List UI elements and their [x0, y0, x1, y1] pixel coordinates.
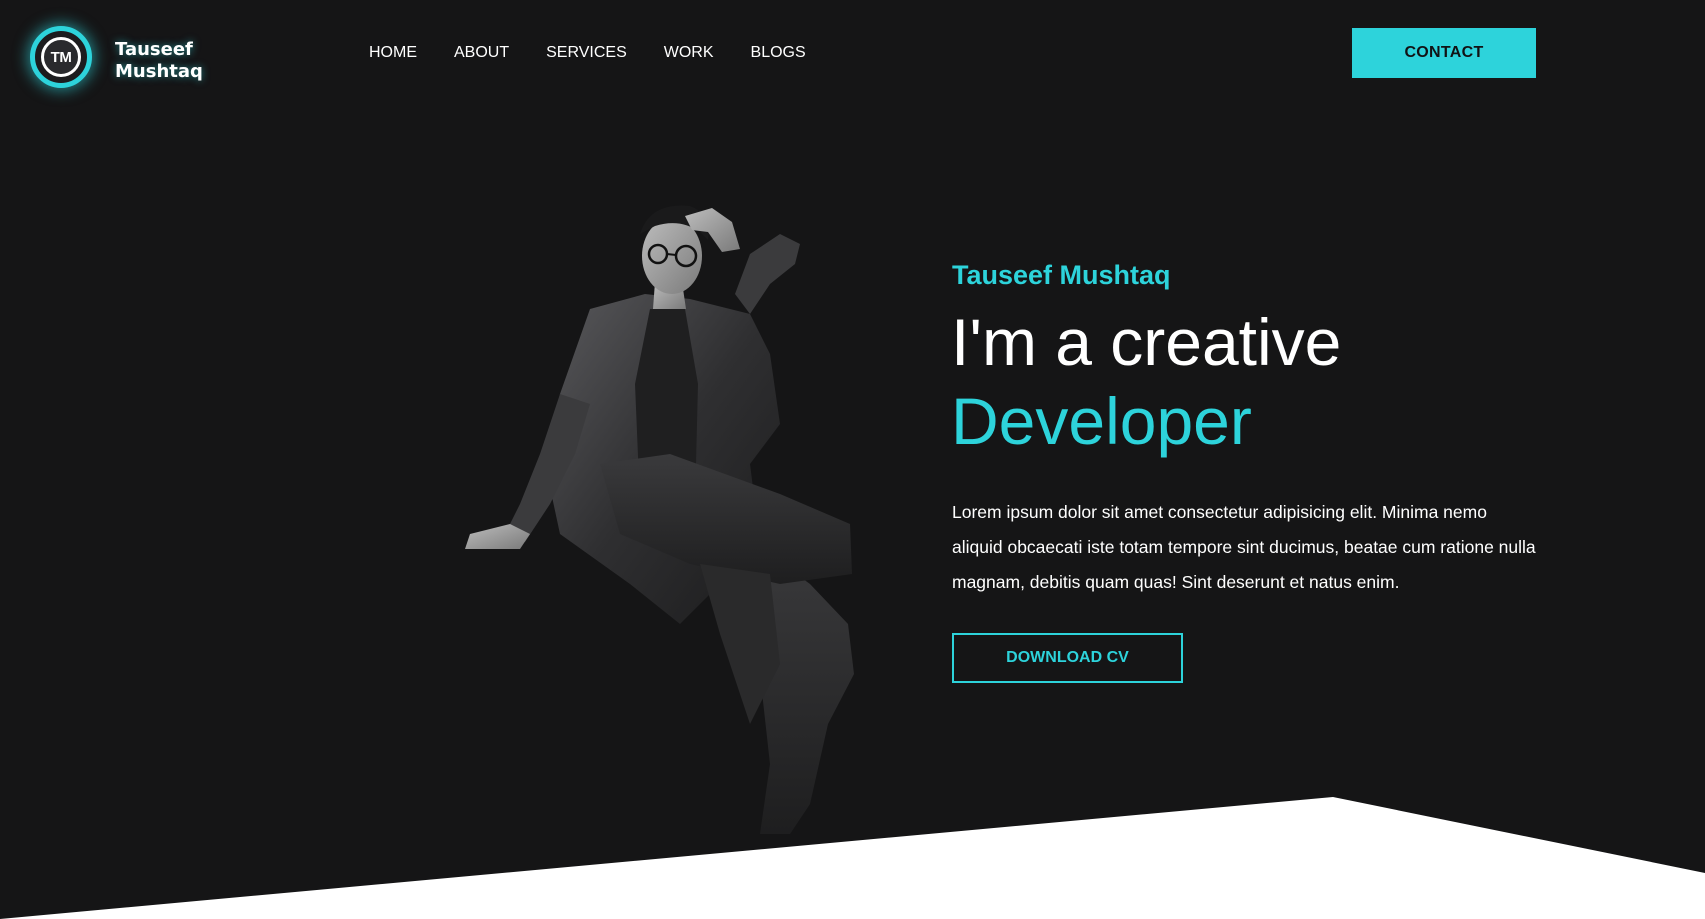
logo-monogram: TM	[41, 37, 81, 77]
logo-text: Tauseef Mushtaq	[115, 39, 203, 83]
contact-button[interactable]: CONTACT	[1352, 28, 1536, 78]
logo-badge-icon: TM	[30, 26, 92, 88]
logo-line-1: Tauseef	[115, 39, 193, 60]
nav-blogs[interactable]: BLOGS	[751, 43, 806, 62]
logo[interactable]: TM Tauseef Mushtaq	[28, 24, 214, 94]
logo-line-2: Mushtaq	[115, 61, 203, 82]
nav-services[interactable]: SERVICES	[546, 43, 627, 62]
main-nav: HOME ABOUT SERVICES WORK BLOGS	[369, 43, 843, 62]
hero-name: Tauseef Mushtaq	[952, 260, 1171, 290]
hero-title-line-1: I'm a creative	[951, 305, 1342, 379]
hero-description: Lorem ipsum dolor sit amet consectetur a…	[952, 502, 1536, 592]
download-cv-button[interactable]: DOWNLOAD CV	[952, 633, 1183, 683]
hero-title-line-2: Developer	[951, 384, 1252, 458]
nav-home[interactable]: HOME	[369, 43, 417, 62]
portrait-photo	[465, 205, 854, 834]
nav-about[interactable]: ABOUT	[454, 43, 509, 62]
nav-work[interactable]: WORK	[664, 43, 714, 62]
